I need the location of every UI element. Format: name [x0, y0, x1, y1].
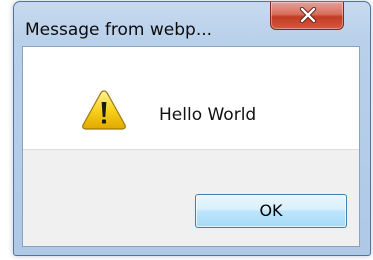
title-bar[interactable]: Message from webp... [14, 2, 370, 46]
alert-dialog: Message from webp... Hello World OK [13, 1, 371, 256]
dialog-body: Hello World OK [22, 46, 360, 247]
ok-button[interactable]: OK [195, 194, 347, 228]
warning-triangle-icon [82, 90, 126, 130]
button-bar: OK [23, 149, 359, 246]
close-x-icon [299, 7, 317, 23]
dialog-message: Hello World [159, 105, 257, 125]
dialog-title: Message from webp... [25, 20, 213, 40]
close-button[interactable] [270, 2, 344, 30]
message-area: Hello World [23, 47, 359, 152]
